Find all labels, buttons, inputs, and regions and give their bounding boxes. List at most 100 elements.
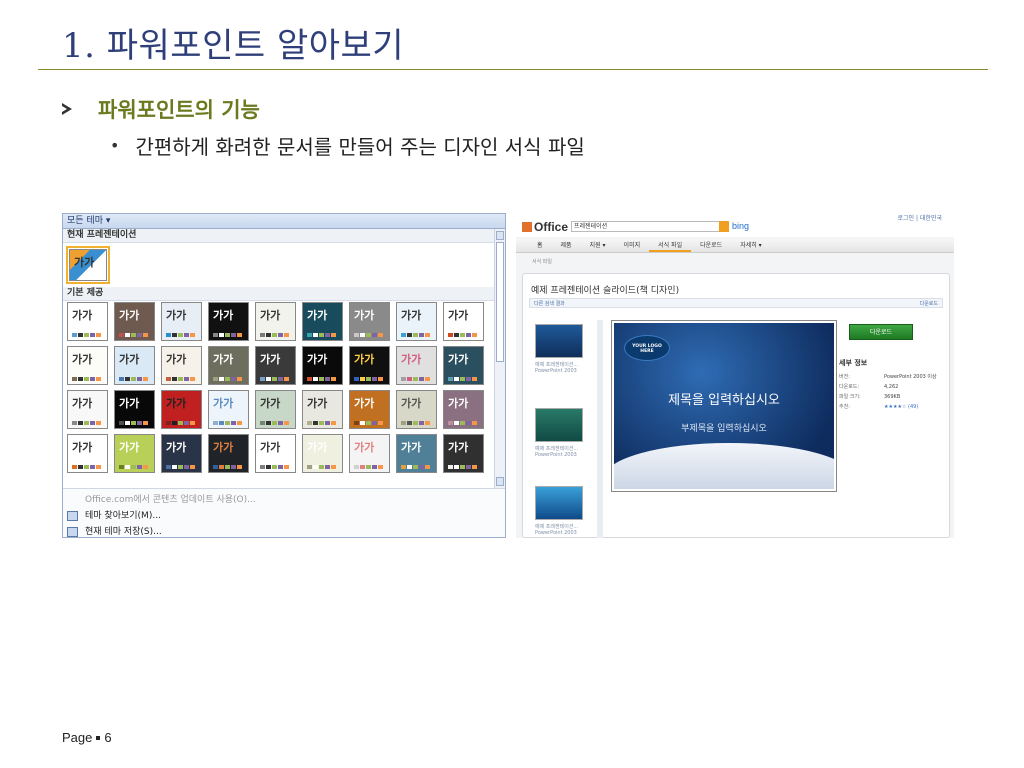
theme-thumbnail[interactable]: 가가 — [161, 390, 202, 429]
theme-thumbnail[interactable]: 가가 — [302, 434, 343, 473]
color-swatches — [307, 377, 336, 381]
color-swatches — [213, 421, 242, 425]
theme-thumbnail[interactable]: 가가 — [208, 390, 249, 429]
theme-sample-text: 가가 — [213, 441, 234, 454]
scrollbar-thumb[interactable] — [496, 242, 504, 362]
nav-item[interactable]: 서식 파일 — [649, 239, 692, 252]
theme-thumbnail[interactable]: 가가 — [255, 434, 296, 473]
theme-thumbnail[interactable]: 가가 — [349, 434, 390, 473]
bullet-text: 간편하게 화려한 문서를 만들어 주는 디자인 서식 파일 — [135, 135, 585, 159]
theme-sample-text: 가가 — [72, 309, 93, 322]
download-button[interactable]: 다운로드 — [849, 324, 913, 340]
theme-thumbnail[interactable]: 가가 — [114, 434, 155, 473]
detail-key: 다운로드: — [839, 384, 860, 390]
scroll-down-icon[interactable] — [496, 477, 504, 486]
theme-thumbnail[interactable]: 가가 — [396, 302, 437, 341]
color-swatches — [307, 421, 336, 425]
theme-thumbnail[interactable]: 가가 — [255, 346, 296, 385]
theme-thumbnail[interactable]: 가가 — [67, 390, 108, 429]
thumbnail-scrollbar[interactable] — [597, 320, 603, 538]
color-swatches — [213, 377, 242, 381]
theme-thumbnail[interactable]: 가가 — [443, 346, 484, 385]
slide-thumbnail[interactable] — [535, 486, 583, 520]
color-swatches — [401, 421, 430, 425]
theme-thumbnail[interactable]: 가가 — [161, 346, 202, 385]
theme-thumbnail[interactable]: 가가 — [349, 346, 390, 385]
theme-sample-text: 가가 — [448, 309, 469, 322]
theme-sample-text: 가가 — [307, 441, 328, 454]
breadcrumb[interactable]: 서식 파일 — [532, 258, 552, 265]
detail-key: 추천: — [839, 404, 850, 410]
slide-thumbnail[interactable] — [535, 408, 583, 442]
theme-sample-text: 가가 — [260, 441, 281, 454]
theme-thumbnail[interactable]: 가가 — [255, 302, 296, 341]
theme-thumbnail[interactable]: 가가 — [208, 346, 249, 385]
search-input[interactable]: 프레젠테이션 — [571, 221, 721, 232]
result-subbar: 다른 검색 결과 다운로드 — [529, 298, 943, 308]
bing-logo[interactable]: bing — [732, 221, 749, 231]
theme-thumbnail[interactable]: 가가 — [67, 302, 108, 341]
thumbnail-caption: 예제 프레젠테이션... PowerPoint 2003 — [535, 362, 579, 374]
theme-sample-text: 가가 — [166, 309, 187, 322]
nav-item[interactable]: 제품 — [552, 239, 581, 252]
theme-thumbnail[interactable]: 가가 — [349, 390, 390, 429]
nav-item[interactable]: 홈 — [528, 239, 552, 252]
color-swatches — [401, 465, 430, 469]
theme-thumbnail[interactable]: 가가 — [302, 346, 343, 385]
more-results-link[interactable]: 다른 검색 결과 — [534, 300, 565, 307]
menu-item-label: 테마 찾아보기(M)... — [85, 511, 161, 521]
theme-thumbnail[interactable]: 가가 — [114, 302, 155, 341]
office-logo[interactable]: Office — [522, 220, 568, 234]
search-icon[interactable] — [719, 221, 729, 232]
theme-thumbnail[interactable]: 가가 — [161, 434, 202, 473]
download-link[interactable]: 다운로드 — [920, 300, 938, 307]
theme-thumbnail[interactable]: 가가 — [302, 390, 343, 429]
theme-thumbnail[interactable]: 가가 — [443, 302, 484, 341]
current-theme-area: 가가 — [63, 243, 505, 287]
theme-thumbnail[interactable]: 가가 — [396, 346, 437, 385]
theme-thumbnail[interactable]: 가가 — [255, 390, 296, 429]
color-swatches — [213, 465, 242, 469]
office-nav: 홈 제품 지원 ▾ 이미지 서식 파일 다운로드 자세히 ▾ — [516, 239, 954, 253]
menu-save-theme[interactable]: 현재 테마 저장(S)... — [63, 524, 505, 537]
theme-thumbnail[interactable]: 가가 — [302, 302, 343, 341]
slide-thumbnail[interactable] — [535, 324, 583, 358]
theme-thumbnail[interactable]: 가가 — [114, 390, 155, 429]
theme-sample-text: 가가 — [119, 441, 140, 454]
nav-item[interactable]: 다운로드 — [691, 239, 731, 252]
theme-thumbnail[interactable]: 가가 — [443, 434, 484, 473]
theme-thumbnail[interactable]: 가가 — [396, 390, 437, 429]
theme-thumbnail[interactable]: 가가 — [208, 302, 249, 341]
nav-item[interactable]: 이미지 — [615, 239, 650, 252]
theme-thumbnail[interactable]: 가가 — [114, 346, 155, 385]
nav-item[interactable]: 자세히 ▾ — [731, 239, 770, 252]
theme-sample-text: 가가 — [166, 397, 187, 410]
gallery-scrollbar[interactable] — [494, 229, 505, 488]
color-swatches — [72, 333, 101, 337]
theme-thumbnail[interactable]: 가가 — [67, 434, 108, 473]
bullet-level-2: • 간편하게 화려한 문서를 만들어 주는 디자인 서식 파일 — [110, 131, 585, 160]
theme-thumbnail[interactable]: 가가 — [67, 346, 108, 385]
theme-thumbnail[interactable]: 가가 — [396, 434, 437, 473]
thumbnail-caption: 예제 프레젠테이션... PowerPoint 2003 — [535, 446, 579, 458]
menu-item-label: Office.com에서 콘텐츠 업데이트 사용(O)... — [85, 495, 256, 505]
theme-thumbnail[interactable]: 가가 — [161, 302, 202, 341]
color-swatches — [72, 377, 101, 381]
theme-thumbnail[interactable]: 가가 — [349, 302, 390, 341]
theme-sample-text: 가가 — [448, 353, 469, 366]
menu-browse-themes[interactable]: 테마 찾아보기(M)... — [63, 508, 505, 524]
color-swatches — [166, 377, 195, 381]
theme-thumbnail[interactable]: 가가 — [443, 390, 484, 429]
office-logo-text: Office — [534, 220, 569, 234]
theme-sample-text: 가가 — [166, 353, 187, 366]
arrow-bullet-icon — [62, 103, 72, 115]
all-themes-dropdown[interactable]: 모든 테마 ▾ — [63, 214, 505, 229]
top-links[interactable]: 로그인 | 대한민국 — [898, 213, 942, 222]
theme-sample-text: 가가 — [213, 353, 234, 366]
theme-thumbnail[interactable]: 가가 — [208, 434, 249, 473]
scroll-up-icon[interactable] — [496, 231, 504, 240]
preview-logo-placeholder: YOUR LOGO HERE — [624, 335, 670, 361]
detail-value: 4,262 — [884, 384, 899, 390]
nav-item[interactable]: 지원 ▾ — [581, 239, 615, 252]
current-theme-thumbnail[interactable]: 가가 — [66, 246, 110, 284]
